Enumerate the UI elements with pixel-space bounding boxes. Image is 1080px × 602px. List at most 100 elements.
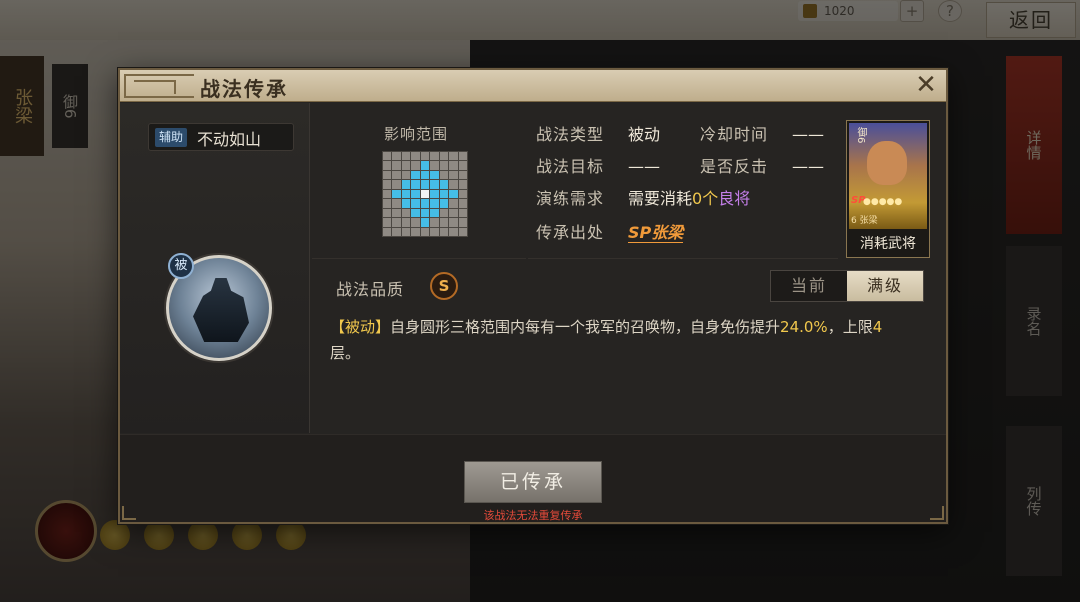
cooldown-value: —— <box>792 125 824 144</box>
range-panel: 影响范围 <box>312 103 526 259</box>
info-row-type: 战法类型 被动 <box>536 121 660 145</box>
quality-row: 战法品质 S 当前 满级 <box>312 262 942 302</box>
range-cell-active <box>439 180 449 189</box>
hero-face-icon <box>867 141 907 185</box>
range-cell-active <box>430 180 439 189</box>
inherit-warning: 该战法无法重复传承 <box>483 509 583 522</box>
range-cell-active <box>420 161 430 170</box>
range-cell <box>383 218 392 227</box>
range-cell <box>439 170 449 180</box>
dialog-title: 战法传承 <box>200 77 288 101</box>
skill-name-box: 辅助 不动如山 <box>148 123 294 151</box>
tab-current-level[interactable]: 当前 <box>771 271 847 301</box>
close-button[interactable]: ✕ <box>912 72 940 100</box>
range-grid <box>382 151 468 237</box>
range-cell <box>430 218 439 227</box>
range-cell <box>411 152 420 161</box>
range-cell <box>430 227 439 236</box>
range-cell <box>449 218 458 227</box>
range-cell <box>439 227 449 236</box>
tab-max-level[interactable]: 满级 <box>847 271 923 301</box>
range-cell-active <box>420 170 430 180</box>
inherited-button[interactable]: 已传承 <box>464 461 602 503</box>
range-cell-active <box>420 180 430 189</box>
description-tag: 【被动】 <box>330 318 391 336</box>
description-text-2: ，上限 <box>827 318 873 336</box>
range-cell <box>401 227 411 236</box>
range-center-cell <box>420 189 430 199</box>
range-cell <box>430 161 439 170</box>
counter-key: 是否反击 <box>700 157 769 176</box>
description-value-2: 4 <box>872 318 883 336</box>
range-cell-active <box>430 170 439 180</box>
range-cell <box>458 189 467 199</box>
requirement-item: 良将 <box>718 189 751 208</box>
range-cell-active <box>420 218 430 227</box>
source-hero-link[interactable]: SP张梁 <box>628 223 684 243</box>
target-value: —— <box>628 157 660 176</box>
range-cell <box>420 227 430 236</box>
dialog-footer: 已传承 该战法无法重复传承 <box>120 434 946 522</box>
header-ornament-icon <box>124 74 194 98</box>
range-cell-active <box>401 189 411 199</box>
requirement-key: 演练需求 <box>536 189 605 208</box>
range-cell <box>392 227 401 236</box>
skill-summary-panel: 辅助 不动如山 被 <box>120 103 310 433</box>
range-cell <box>458 180 467 189</box>
range-cell <box>439 161 449 170</box>
corner-ornament-icon <box>122 506 136 520</box>
target-key: 战法目标 <box>536 157 605 176</box>
range-cell <box>383 170 392 180</box>
range-cell <box>449 199 458 208</box>
range-cell <box>383 180 392 189</box>
hero-card[interactable]: 御6 SP ●●●●● 6 张梁 消耗武将 <box>846 120 930 258</box>
range-cell <box>430 152 439 161</box>
range-cell <box>401 218 411 227</box>
range-cell-active <box>411 170 420 180</box>
range-cell <box>439 152 449 161</box>
range-cell <box>401 208 411 218</box>
range-cell-active <box>439 189 449 199</box>
range-cell-active <box>411 208 420 218</box>
range-cell <box>383 152 392 161</box>
info-row-target: 战法目标 —— <box>536 153 660 177</box>
description-text-3: 层。 <box>330 344 361 362</box>
range-cell <box>392 180 401 189</box>
range-cell <box>392 208 401 218</box>
hero-card-caption: 消耗武将 <box>860 236 916 252</box>
range-cell-active <box>411 189 420 199</box>
range-cell <box>392 152 401 161</box>
range-cell <box>439 208 449 218</box>
range-cell <box>383 199 392 208</box>
skill-inherit-dialog: 战法传承 ✕ 辅助 不动如山 被 影响范围 战法类型 被动 冷却时间 —— 战法目标… <box>118 68 948 524</box>
range-cell <box>392 161 401 170</box>
description-value-1: 24.0% <box>780 318 828 336</box>
quality-grade-badge: S <box>430 272 458 300</box>
range-cell-active <box>449 189 458 199</box>
counter-value: —— <box>792 157 824 176</box>
passive-badge: 被 <box>168 253 194 279</box>
star-rating: ●●●●● <box>863 197 903 207</box>
info-row-requirement: 演练需求 需要消耗0个良将 <box>536 185 750 209</box>
warrior-icon <box>193 278 249 342</box>
cooldown-key: 冷却时间 <box>700 125 769 144</box>
range-cell-active <box>420 208 430 218</box>
level-toggle: 当前 满级 <box>770 270 924 302</box>
corner-ornament-icon <box>930 506 944 520</box>
quality-label: 战法品质 <box>336 280 405 299</box>
range-cell <box>383 189 392 199</box>
skill-description: 【被动】自身圆形三格范围内每有一个我军的召唤物，自身免伤提升24.0%，上限4 层… <box>330 314 890 366</box>
range-cell <box>392 199 401 208</box>
range-cell <box>401 161 411 170</box>
range-cell <box>458 227 467 236</box>
info-row-cooldown: 冷却时间 —— <box>700 121 824 145</box>
type-value: 被动 <box>628 125 661 144</box>
range-cell <box>383 161 392 170</box>
range-cell <box>401 152 411 161</box>
range-cell <box>458 170 467 180</box>
range-cell <box>458 199 467 208</box>
range-cell-active <box>430 199 439 208</box>
requirement-prefix: 需要消耗 <box>628 189 693 208</box>
range-cell <box>449 161 458 170</box>
range-cell <box>449 180 458 189</box>
